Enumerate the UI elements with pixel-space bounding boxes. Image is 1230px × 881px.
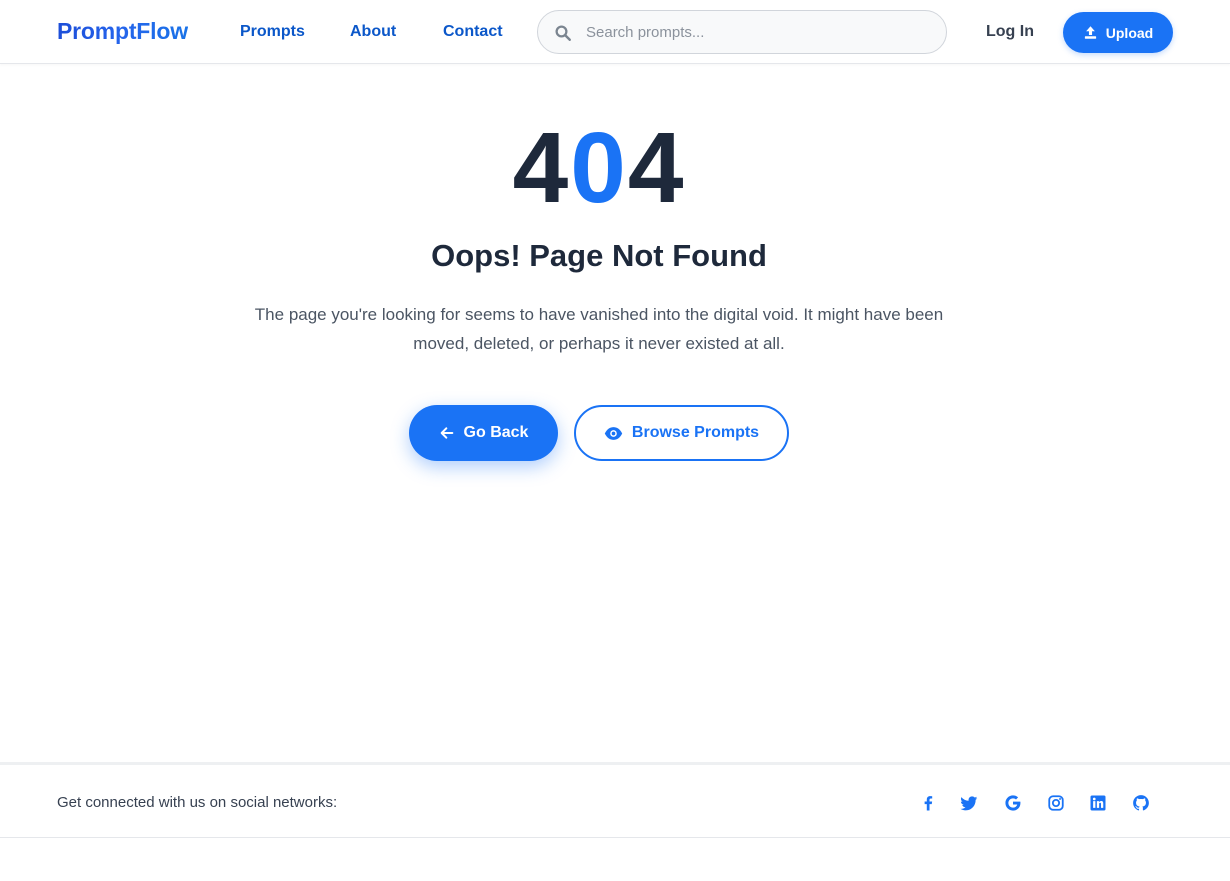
error-message: The page you're looking for seems to hav… xyxy=(254,305,944,353)
navbar: PromptFlow Prompts About Contact Log In … xyxy=(0,0,1230,64)
upload-button[interactable]: Upload xyxy=(1063,12,1173,53)
linkedin-icon[interactable] xyxy=(1089,794,1107,812)
twitter-icon[interactable] xyxy=(960,794,978,812)
upload-icon xyxy=(1083,25,1098,40)
google-icon[interactable] xyxy=(1004,794,1022,812)
github-icon[interactable] xyxy=(1132,794,1150,812)
login-link[interactable]: Log In xyxy=(986,23,1034,41)
facebook-icon[interactable] xyxy=(919,794,937,812)
footer-social-text: Get connected with us on social networks… xyxy=(57,794,338,811)
go-back-button[interactable]: Go Back xyxy=(409,405,558,461)
browse-prompts-label: Browse Prompts xyxy=(631,424,760,441)
eye-icon xyxy=(604,424,623,443)
upload-label: Upload xyxy=(1105,24,1154,41)
nav-link-contact[interactable]: Contact xyxy=(443,23,503,41)
error-title: Oops! Page Not Found xyxy=(431,238,767,273)
instagram-icon[interactable] xyxy=(1047,794,1065,812)
browse-prompts-button[interactable]: Browse Prompts xyxy=(574,405,789,461)
search-input[interactable] xyxy=(586,11,936,53)
go-back-label: Go Back xyxy=(463,424,529,441)
nav-link-about[interactable]: About xyxy=(350,23,396,41)
error-code: 404 xyxy=(0,118,1198,218)
search-bar xyxy=(537,10,947,54)
brand-logo[interactable]: PromptFlow xyxy=(57,18,188,45)
nav-link-prompts[interactable]: Prompts xyxy=(240,23,305,41)
error-code-digit: 4 xyxy=(512,112,571,224)
search-icon xyxy=(554,24,572,42)
error-code-digit-accent: 0 xyxy=(570,112,628,224)
arrow-left-icon xyxy=(439,425,455,441)
error-code-digit: 4 xyxy=(627,112,686,224)
footer: Get connected with us on social networks… xyxy=(0,762,1230,838)
